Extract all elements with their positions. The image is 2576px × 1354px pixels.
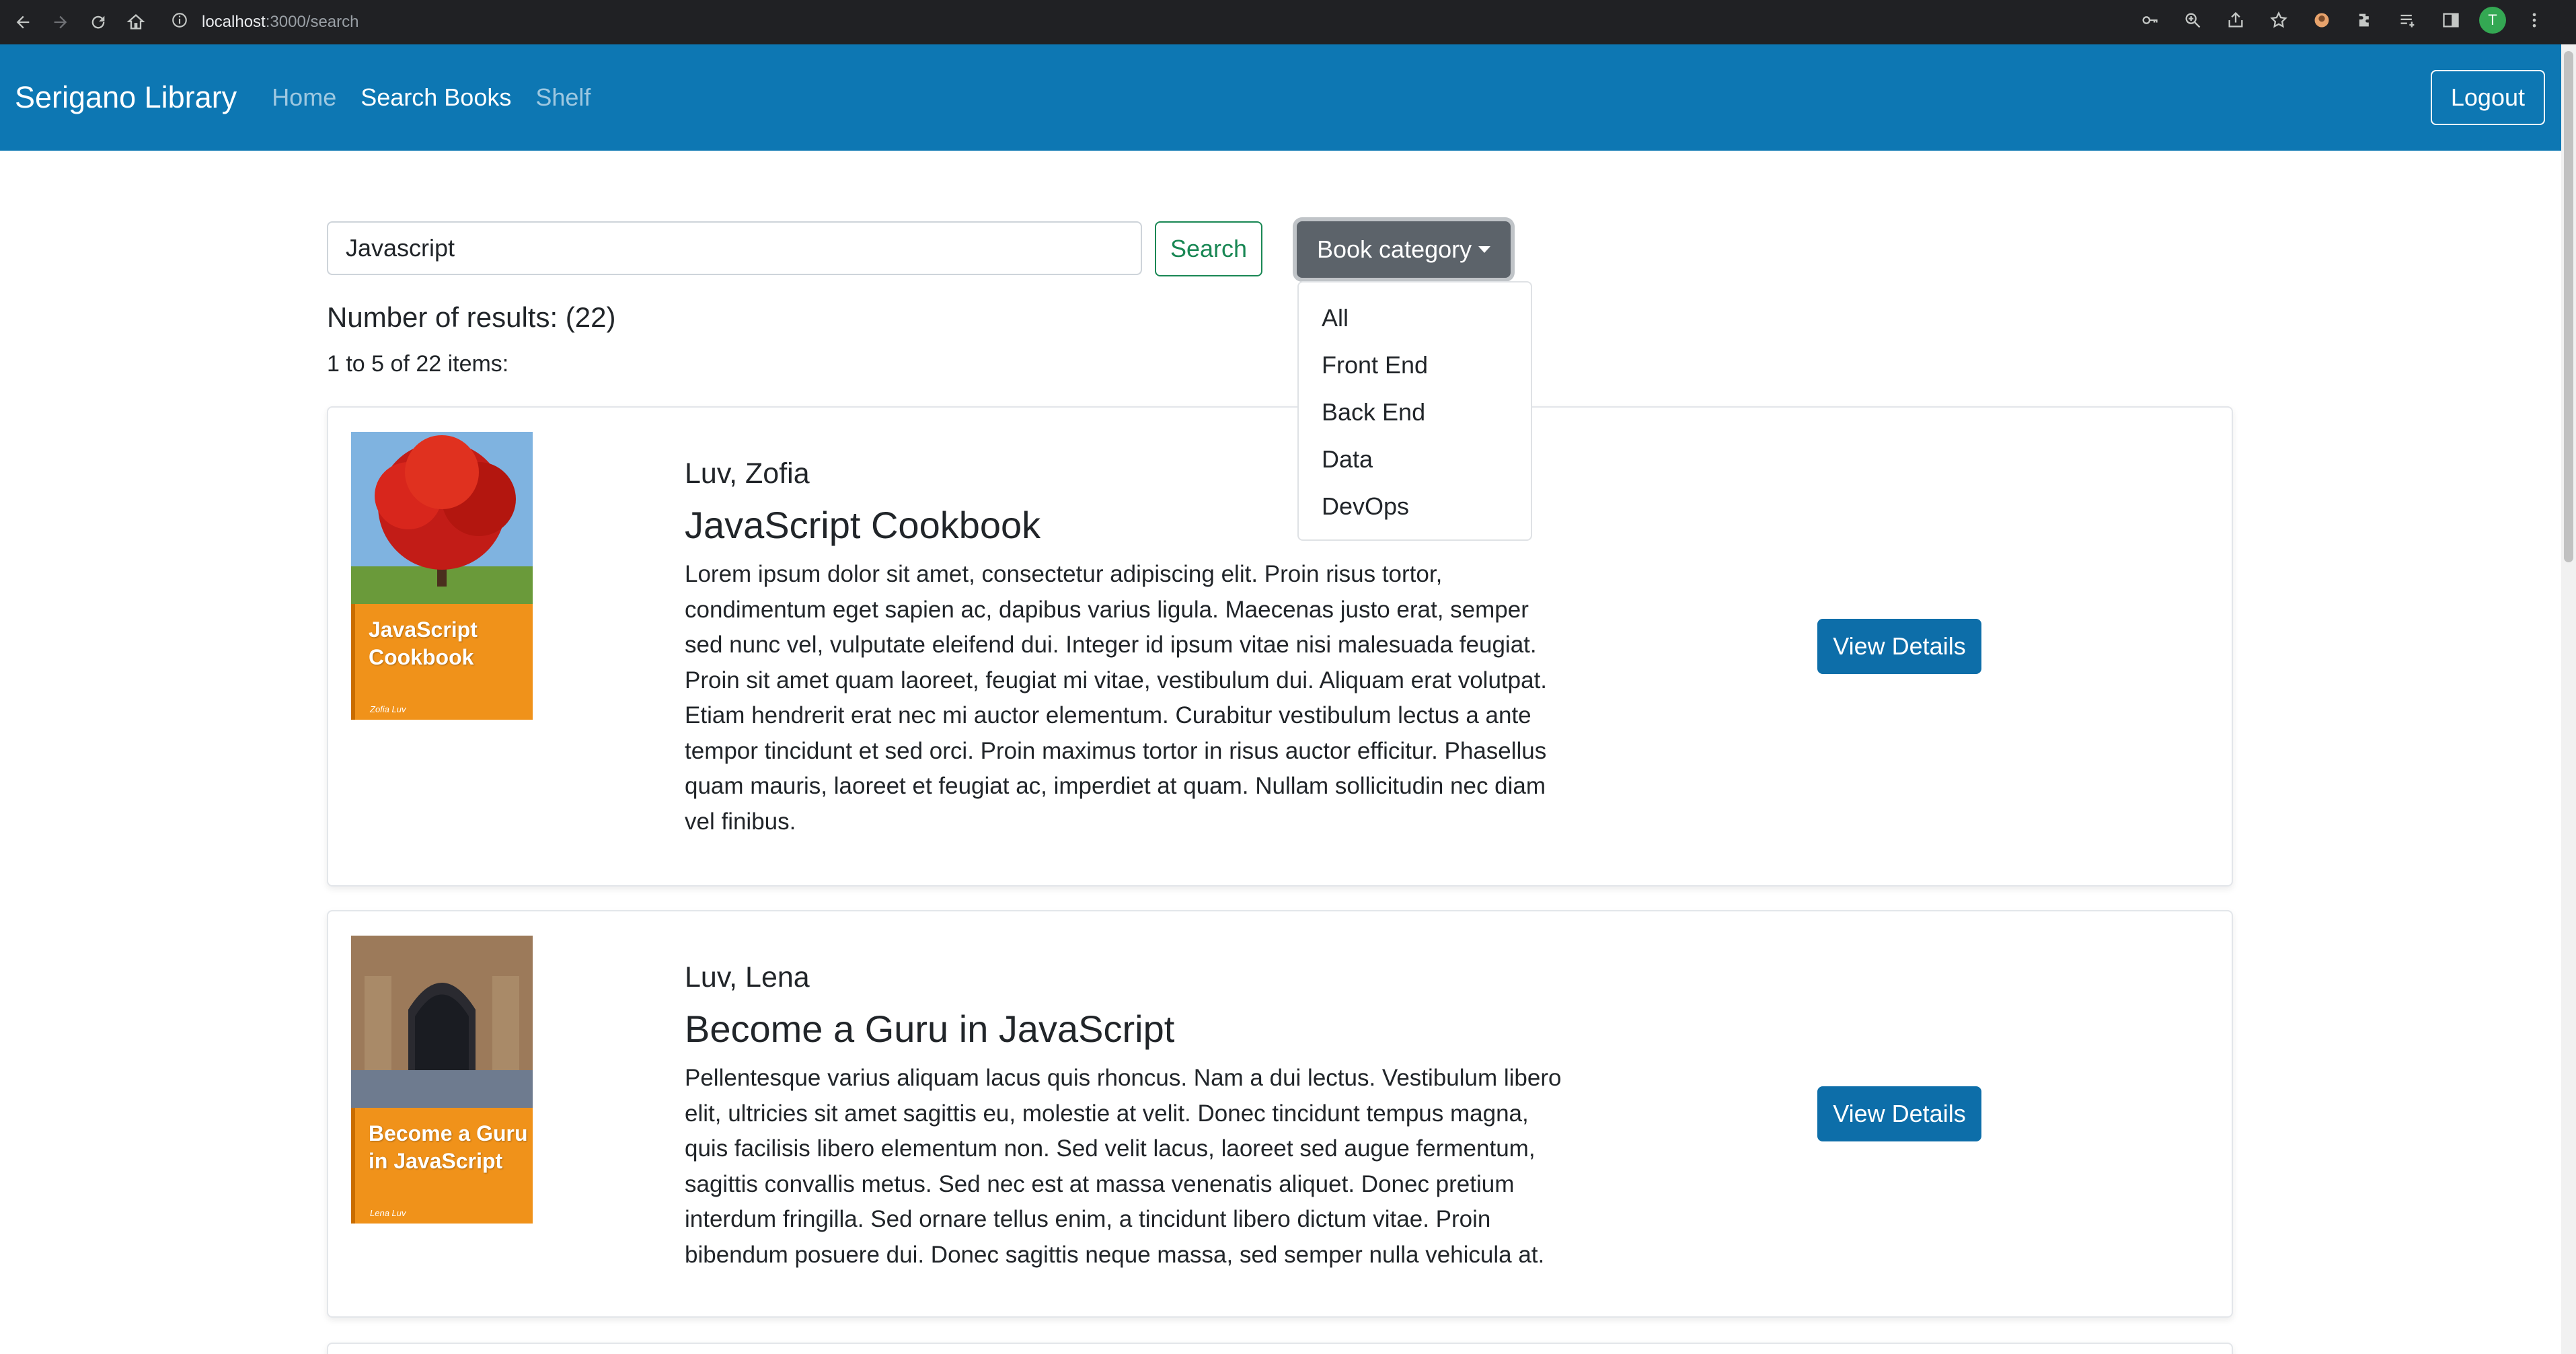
category-option-data[interactable]: Data [1299, 436, 1531, 483]
nav-link-shelf[interactable]: Shelf [535, 83, 591, 112]
book-card: JavaScript Cookbook Zofia Luv Luv, Zofia… [327, 406, 2233, 887]
archway-illustration [351, 936, 533, 1108]
book-card [327, 1343, 2233, 1354]
search-button[interactable]: Search [1155, 221, 1262, 276]
book-description: Pellentesque varius aliquam lacus quis r… [685, 1065, 1562, 1268]
address-bar[interactable]: localhost:3000/search [171, 5, 2202, 39]
search-input[interactable] [327, 221, 1142, 275]
cover-title-line: in JavaScript [369, 1149, 503, 1173]
key-icon[interactable] [2135, 5, 2164, 35]
home-icon[interactable] [121, 7, 151, 37]
category-option-all[interactable]: All [1299, 295, 1531, 342]
browser-toolbar: localhost:3000/search T [0, 0, 2576, 44]
site-info-icon[interactable] [171, 11, 188, 34]
book-title: Become a Guru in JavaScript [685, 1008, 1175, 1050]
cover-author: Lena Luv [370, 1208, 406, 1218]
url-host: localhost [202, 13, 266, 31]
extensions-puzzle-icon[interactable] [2350, 5, 2380, 35]
nav-link-home[interactable]: Home [272, 83, 336, 112]
app-navbar: Serigano Library Home Search Books Shelf… [0, 44, 2561, 151]
view-details-button[interactable]: View Details [1817, 1086, 1981, 1141]
extension-avatar-icon[interactable] [2307, 5, 2337, 35]
book-category-label: Book category [1317, 235, 1472, 263]
page-scrollbar[interactable] [2561, 44, 2576, 1354]
forward-icon[interactable] [46, 7, 75, 37]
cover-title-band: Become a Guru in JavaScript Lena Luv [351, 1108, 533, 1224]
zoom-icon[interactable] [2178, 5, 2207, 35]
url-path: :3000/search [265, 13, 359, 31]
share-icon[interactable] [2221, 5, 2250, 35]
caret-down-icon [1478, 246, 1491, 253]
cover-title-line: JavaScript [369, 617, 478, 642]
book-description: Lorem ipsum dolor sit amet, consectetur … [685, 561, 1548, 835]
cover-author: Zofia Luv [370, 704, 406, 714]
red-tree-illustration [351, 432, 533, 604]
side-panel-icon[interactable] [2436, 5, 2466, 35]
book-card: Become a Guru in JavaScript Lena Luv Luv… [327, 910, 2233, 1318]
book-author: Luv, Zofia [685, 457, 810, 490]
cover-title-line: Cookbook [369, 645, 474, 669]
book-title: JavaScript Cookbook [685, 504, 1041, 546]
book-category-dropdown-button[interactable]: Book category [1297, 221, 1511, 278]
logout-button[interactable]: Logout [2430, 70, 2545, 125]
nav-link-search-books[interactable]: Search Books [361, 83, 511, 112]
view-details-button[interactable]: View Details [1817, 619, 1981, 674]
reading-list-icon[interactable] [2393, 5, 2423, 35]
cover-title-band: JavaScript Cookbook Zofia Luv [351, 604, 533, 720]
cover-title-line: Become a Guru [369, 1121, 528, 1145]
category-dropdown-menu: All Front End Back End Data DevOps [1297, 281, 1532, 541]
brand-logo[interactable]: Serigano Library [15, 80, 237, 115]
results-count: Number of results: (22) [327, 301, 616, 333]
menu-kebab-icon[interactable] [2520, 5, 2549, 35]
scrollbar-thumb[interactable] [2564, 51, 2573, 562]
results-range: 1 to 5 of 22 items: [327, 351, 509, 377]
category-option-front-end[interactable]: Front End [1299, 342, 1531, 389]
reload-icon[interactable] [83, 7, 113, 37]
book-author: Luv, Lena [685, 961, 810, 993]
category-option-back-end[interactable]: Back End [1299, 389, 1531, 436]
profile-avatar[interactable]: T [2479, 7, 2506, 34]
back-icon[interactable] [8, 7, 38, 37]
bookmark-star-icon[interactable] [2264, 5, 2294, 35]
category-option-devops[interactable]: DevOps [1299, 483, 1531, 530]
book-cover-image: Become a Guru in JavaScript Lena Luv [351, 936, 533, 1224]
book-cover-image: JavaScript Cookbook Zofia Luv [351, 432, 533, 720]
